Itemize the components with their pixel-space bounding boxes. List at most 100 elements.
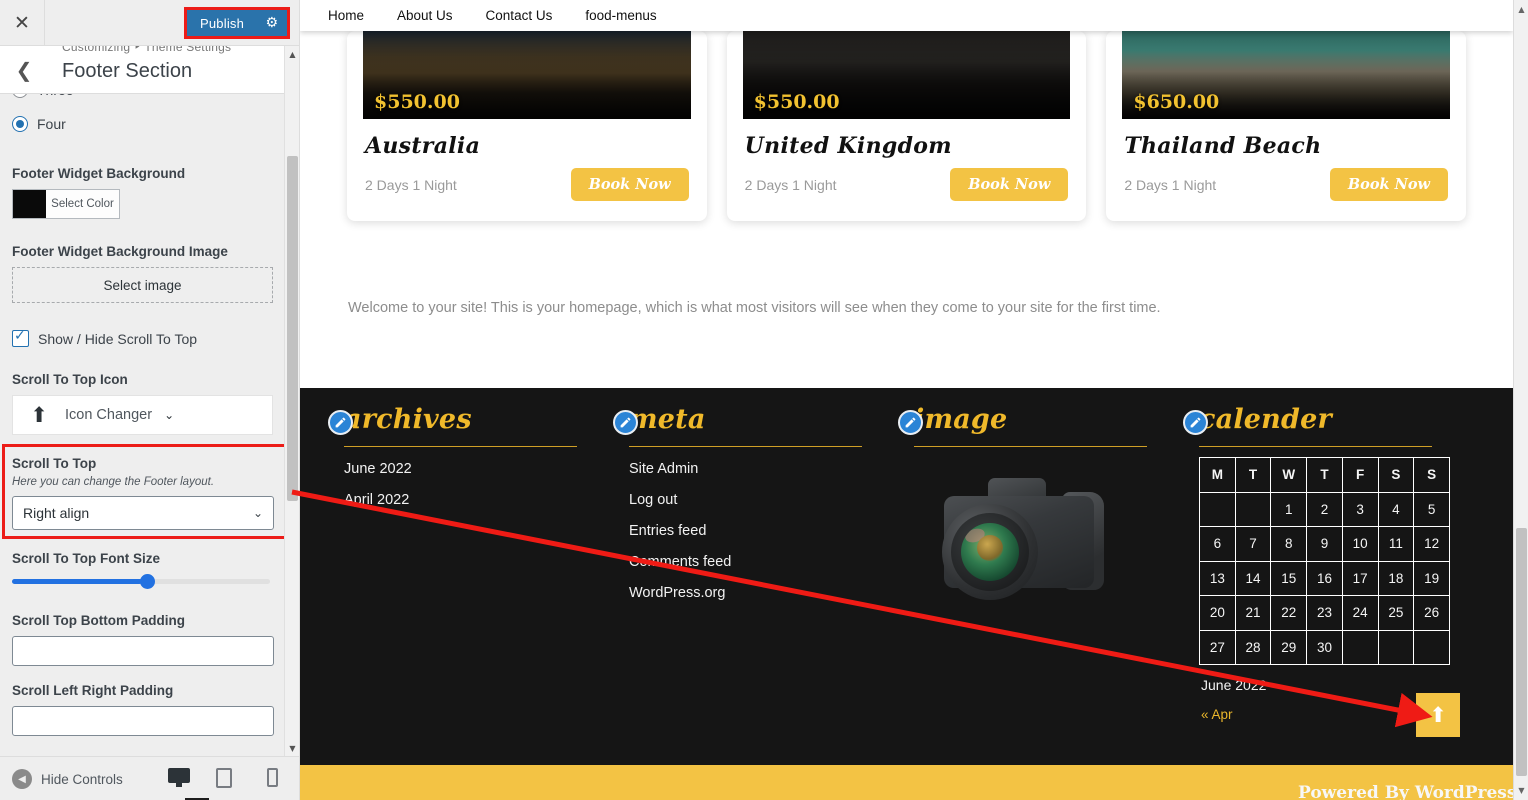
tablet-icon[interactable] <box>216 768 238 790</box>
calendar-day: 16 <box>1306 560 1343 596</box>
publish-button[interactable]: Publish ⚙ <box>187 10 287 36</box>
site-preview: Home About Us Contact Us food-menus $550… <box>300 0 1513 800</box>
calendar-day: 10 <box>1341 526 1379 562</box>
meta-link-comments-feed[interactable]: Comments feed <box>629 554 731 570</box>
color-picker-button[interactable]: Select Color <box>12 189 120 219</box>
calendar-day-header: F <box>1341 457 1379 493</box>
show-hide-scroll-top-checkbox[interactable] <box>12 328 29 347</box>
widget-header: image <box>898 404 1165 452</box>
scroll-up-arrow-icon[interactable]: ▲ <box>285 46 299 62</box>
package-card[interactable]: $550.00 Australia 2 Days 1 Night Book No… <box>347 31 707 221</box>
list-item: June 2022 <box>344 460 595 478</box>
screen: ✕ Publish ⚙ ❮ Customizing ‣ Theme Settin… <box>0 0 1528 800</box>
collapse-icon: ◀ <box>12 769 32 789</box>
gear-icon[interactable]: ⚙ <box>265 16 278 30</box>
widget-title-underline <box>1199 446 1432 447</box>
select-image-button[interactable]: Select image <box>12 267 273 303</box>
meta-link-entries-feed[interactable]: Entries feed <box>629 523 706 539</box>
scroll-font-size-slider[interactable] <box>12 574 274 590</box>
scroll-up-arrow-icon[interactable]: ▲ <box>1514 2 1528 17</box>
edit-pencil-icon[interactable] <box>1183 410 1208 435</box>
breadcrumb: Customizing ‣ Theme Settings <box>62 46 232 54</box>
package-card[interactable]: $650.00 Thailand Beach 2 Days 1 Night Bo… <box>1106 31 1467 221</box>
package-card[interactable]: $550.00 United Kingdom 2 Days 1 Night Bo… <box>726 31 1087 221</box>
archives-link[interactable]: June 2022 <box>344 461 412 477</box>
scroll-left-right-padding-input[interactable] <box>12 706 274 736</box>
device-preview-buttons <box>168 757 286 800</box>
page-scrollbar-thumb[interactable] <box>1516 528 1527 776</box>
meta-link-wordpress-org[interactable]: WordPress.org <box>629 585 725 601</box>
card-image: $550.00 <box>363 31 691 119</box>
chevron-down-icon: ⌄ <box>252 506 263 520</box>
calendar-prev-link[interactable]: « Apr <box>1201 707 1233 722</box>
scroll-to-top-alignment-select[interactable]: Right align ⌄ <box>12 496 274 530</box>
card-title: United Kingdom <box>744 133 952 159</box>
package-cards: $550.00 Australia 2 Days 1 Night Book No… <box>300 31 1513 221</box>
list-item: Site Admin <box>629 460 880 478</box>
meta-link-log-out[interactable]: Log out <box>629 492 677 508</box>
meta-link-site-admin[interactable]: Site Admin <box>629 461 698 477</box>
desktop-icon[interactable] <box>168 768 190 790</box>
calendar-day: 19 <box>1413 560 1450 596</box>
chevron-down-icon: ⌄ <box>164 408 175 422</box>
radio-three[interactable] <box>12 94 28 98</box>
scroll-top-bottom-padding-input[interactable] <box>12 636 274 666</box>
card-duration: 2 Days 1 Night <box>744 176 837 193</box>
control-footer-widget-background: Footer Widget Background Select Color <box>0 166 285 219</box>
sidebar-scrollbar-thumb[interactable] <box>287 156 298 501</box>
radio-four-label: Four <box>37 116 66 132</box>
sidebar-scrollbar[interactable]: ▲ ▼ <box>284 46 299 756</box>
back-chevron-icon[interactable]: ❮ <box>10 50 38 90</box>
book-now-button[interactable]: Book Now <box>1329 168 1449 201</box>
control-scroll-top-bottom-padding: Scroll Top Bottom Padding <box>12 613 274 666</box>
site-navigation: Home About Us Contact Us food-menus <box>300 0 1513 31</box>
slider-fill <box>12 579 142 584</box>
nav-item-home[interactable]: Home <box>328 8 364 23</box>
scroll-down-arrow-icon[interactable]: ▼ <box>1514 783 1528 798</box>
slider-handle[interactable] <box>140 574 155 589</box>
card-footer: 2 Days 1 Night Book Now <box>727 159 1087 217</box>
calendar-day: 3 <box>1341 491 1379 527</box>
mobile-icon[interactable] <box>264 768 286 790</box>
scroll-to-top-button[interactable]: ⬆ <box>1416 693 1460 737</box>
scroll-to-top-icon-label: Scroll To Top Icon <box>12 372 128 387</box>
archives-link[interactable]: April 2022 <box>344 492 409 508</box>
scroll-font-size-label: Scroll To Top Font Size <box>12 551 160 566</box>
edit-pencil-icon[interactable] <box>613 410 638 435</box>
calendar-day: 14 <box>1234 560 1272 596</box>
calendar-table: M T W T F S S 1 2 3 4 5 6 7 8 9 10 11 12… <box>1199 457 1450 665</box>
calendar-day <box>1234 491 1272 527</box>
footer-widget-image: image <box>898 404 1183 724</box>
edit-pencil-icon[interactable] <box>898 410 923 435</box>
close-icon[interactable]: ✕ <box>0 0 45 45</box>
card-footer: 2 Days 1 Night Book Now <box>1106 159 1466 217</box>
card-price: $550.00 <box>753 91 840 113</box>
calendar-day: 18 <box>1377 560 1415 596</box>
nav-item-contact-us[interactable]: Contact Us <box>486 8 553 23</box>
control-columns-four[interactable]: Four <box>0 116 285 132</box>
radio-four[interactable] <box>12 116 28 132</box>
calendar-week-row: 20 21 22 23 24 25 26 <box>1199 595 1450 631</box>
book-now-button[interactable]: Book Now <box>570 168 689 201</box>
page-scrollbar[interactable]: ▲ ▼ <box>1513 0 1528 800</box>
calendar-day: 15 <box>1270 560 1308 596</box>
customizer-footer-bar: ◀ Hide Controls <box>0 756 299 800</box>
icon-changer-button[interactable]: ⬆ Icon Changer ⌄ <box>12 395 273 435</box>
nav-item-food-menus[interactable]: food-menus <box>585 8 656 23</box>
show-hide-scroll-top-label: Show / Hide Scroll To Top <box>38 330 198 347</box>
control-show-hide-scroll-top[interactable]: Show / Hide Scroll To Top <box>0 328 285 347</box>
dslr-camera-image <box>926 466 1141 600</box>
list-item: WordPress.org <box>629 584 880 602</box>
calendar-week-row: 6 7 8 9 10 11 12 <box>1199 526 1450 562</box>
nav-item-about-us[interactable]: About Us <box>397 8 453 23</box>
widget-header: meta <box>613 404 880 452</box>
edit-pencil-icon[interactable] <box>328 410 353 435</box>
book-now-button[interactable]: Book Now <box>950 168 1069 201</box>
scroll-down-arrow-icon[interactable]: ▼ <box>285 740 299 756</box>
card-title: Australia <box>365 133 481 159</box>
calendar-day: 11 <box>1377 526 1415 562</box>
hide-controls-button[interactable]: ◀ Hide Controls <box>12 757 123 800</box>
footer-widget-grid: archives June 2022 April 2022 meta Site … <box>300 388 1513 724</box>
control-columns-three[interactable]: Three <box>0 94 285 98</box>
list-item: April 2022 <box>344 491 595 509</box>
